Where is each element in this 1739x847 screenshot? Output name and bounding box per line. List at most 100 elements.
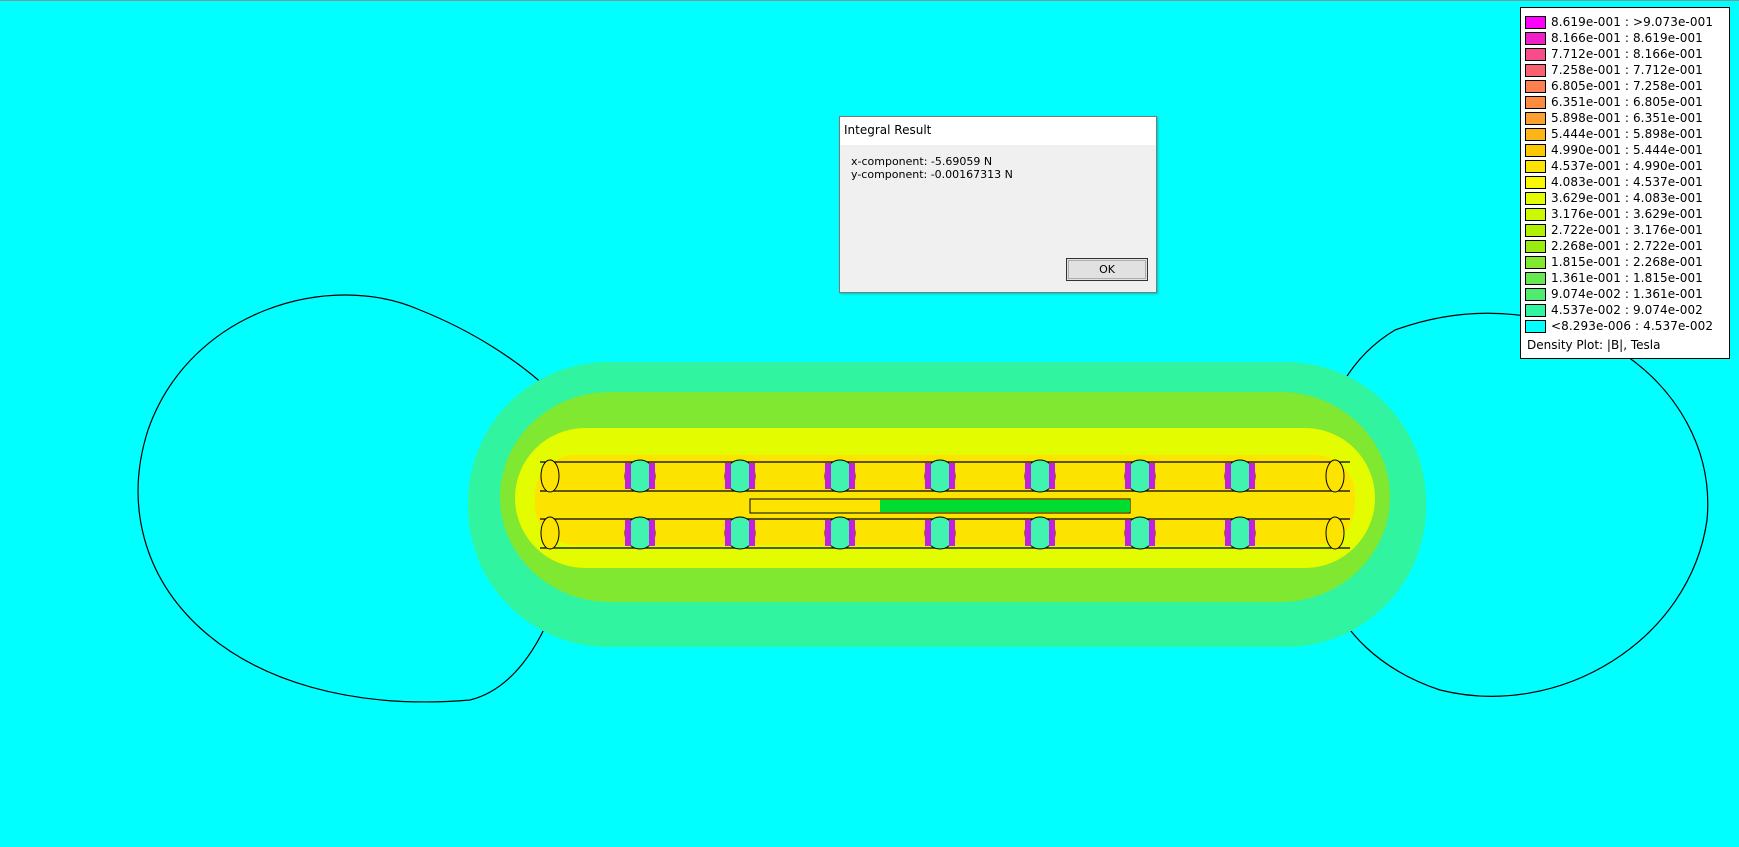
pole-tip bbox=[849, 463, 855, 489]
legend-swatch bbox=[1525, 207, 1546, 221]
legend-item: 7.258e-001 : 7.712e-001 bbox=[1525, 62, 1729, 78]
pole-tip bbox=[1249, 520, 1255, 546]
pole-tip bbox=[625, 520, 631, 546]
legend-item: 1.361e-001 : 1.815e-001 bbox=[1525, 270, 1729, 286]
legend-item: 4.537e-001 : 4.990e-001 bbox=[1525, 158, 1729, 174]
carriage-body bbox=[880, 500, 1130, 512]
legend-item: 5.444e-001 : 5.898e-001 bbox=[1525, 126, 1729, 142]
legend-label: 5.898e-001 : 6.351e-001 bbox=[1551, 111, 1703, 125]
legend-item: 5.898e-001 : 6.351e-001 bbox=[1525, 110, 1729, 126]
pole-tip bbox=[725, 463, 731, 489]
pole-tip bbox=[1149, 463, 1155, 489]
legend-item: 8.619e-001 : >9.073e-001 bbox=[1525, 14, 1729, 30]
legend-swatch bbox=[1525, 31, 1546, 45]
legend-label: 9.074e-002 : 1.361e-001 bbox=[1551, 287, 1703, 301]
legend-item: 7.712e-001 : 8.166e-001 bbox=[1525, 46, 1729, 62]
legend-label: <8.293e-006 : 4.537e-002 bbox=[1551, 319, 1714, 333]
pole-tip bbox=[625, 463, 631, 489]
legend-label: 4.083e-001 : 4.537e-001 bbox=[1551, 175, 1703, 189]
legend-swatch bbox=[1525, 319, 1546, 333]
pole-gap bbox=[1325, 459, 1345, 493]
legend-label: 1.361e-001 : 1.815e-001 bbox=[1551, 271, 1703, 285]
legend-swatch bbox=[1525, 15, 1546, 29]
pole-tip bbox=[825, 463, 831, 489]
legend-item: 6.805e-001 : 7.258e-001 bbox=[1525, 78, 1729, 94]
legend-swatch bbox=[1525, 111, 1546, 125]
legend-swatch bbox=[1525, 303, 1546, 317]
legend-swatch bbox=[1525, 223, 1546, 237]
legend-item: 1.815e-001 : 2.268e-001 bbox=[1525, 254, 1729, 270]
pole-tip bbox=[1049, 520, 1055, 546]
legend-swatch bbox=[1525, 143, 1546, 157]
legend-label: 5.444e-001 : 5.898e-001 bbox=[1551, 127, 1703, 141]
legend-label: 8.619e-001 : >9.073e-001 bbox=[1551, 15, 1714, 29]
legend-item: 2.268e-001 : 2.722e-001 bbox=[1525, 238, 1729, 254]
legend-label: 2.722e-001 : 3.176e-001 bbox=[1551, 223, 1703, 237]
pole-gap bbox=[540, 459, 560, 493]
legend-swatch bbox=[1525, 159, 1546, 173]
dialog-body: x-component: -5.69059 N y-component: -0.… bbox=[840, 145, 1156, 181]
legend-label: 6.351e-001 : 6.805e-001 bbox=[1551, 95, 1703, 109]
legend-item: 8.166e-001 : 8.619e-001 bbox=[1525, 30, 1729, 46]
pole-tip bbox=[649, 520, 655, 546]
legend-item: <8.293e-006 : 4.537e-002 bbox=[1525, 318, 1729, 334]
legend-item: 2.722e-001 : 3.176e-001 bbox=[1525, 222, 1729, 238]
pole-tip bbox=[1225, 520, 1231, 546]
legend-list: 8.619e-001 : >9.073e-001 8.166e-001 : 8.6… bbox=[1525, 14, 1729, 334]
legend-label: 8.166e-001 : 8.619e-001 bbox=[1551, 31, 1703, 45]
legend-label: 6.805e-001 : 7.258e-001 bbox=[1551, 79, 1703, 93]
pole-tip bbox=[1225, 463, 1231, 489]
legend-label: 2.268e-001 : 2.722e-001 bbox=[1551, 239, 1703, 253]
pole-gap bbox=[1325, 516, 1345, 550]
legend-swatch bbox=[1525, 287, 1546, 301]
legend-item: 6.351e-001 : 6.805e-001 bbox=[1525, 94, 1729, 110]
legend-item: 4.537e-002 : 9.074e-002 bbox=[1525, 302, 1729, 318]
integral-result-dialog: Integral Result x-component: -5.69059 N … bbox=[839, 116, 1157, 293]
pole-gap bbox=[540, 516, 560, 550]
legend-panel: 8.619e-001 : >9.073e-001 8.166e-001 : 8.6… bbox=[1520, 7, 1730, 359]
pole-tip bbox=[1049, 463, 1055, 489]
legend-swatch bbox=[1525, 191, 1546, 205]
legend-swatch bbox=[1525, 95, 1546, 109]
legend-label: 4.990e-001 : 5.444e-001 bbox=[1551, 143, 1703, 157]
legend-item: 4.083e-001 : 4.537e-001 bbox=[1525, 174, 1729, 190]
pole-tip bbox=[1125, 463, 1131, 489]
pole-tip bbox=[949, 520, 955, 546]
legend-swatch bbox=[1525, 271, 1546, 285]
legend-item: 3.176e-001 : 3.629e-001 bbox=[1525, 206, 1729, 222]
legend-label: 4.537e-002 : 9.074e-002 bbox=[1551, 303, 1703, 317]
legend-swatch bbox=[1525, 127, 1546, 141]
ok-button[interactable]: OK bbox=[1066, 258, 1148, 281]
pole-tip bbox=[949, 463, 955, 489]
pole-tip bbox=[1025, 463, 1031, 489]
legend-caption: Density Plot: |B|, Tesla bbox=[1527, 338, 1661, 352]
pole-tip bbox=[1025, 520, 1031, 546]
legend-swatch bbox=[1525, 175, 1546, 189]
pole-tip bbox=[725, 520, 731, 546]
legend-label: 3.176e-001 : 3.629e-001 bbox=[1551, 207, 1703, 221]
legend-label: 7.258e-001 : 7.712e-001 bbox=[1551, 63, 1703, 77]
legend-label: 7.712e-001 : 8.166e-001 bbox=[1551, 47, 1703, 61]
pole-tip bbox=[1149, 520, 1155, 546]
legend-label: 3.629e-001 : 4.083e-001 bbox=[1551, 191, 1703, 205]
dialog-title: Integral Result bbox=[840, 117, 1156, 145]
pole-tip bbox=[1249, 463, 1255, 489]
pole-tip bbox=[925, 520, 931, 546]
legend-item: 3.629e-001 : 4.083e-001 bbox=[1525, 190, 1729, 206]
pole-tip bbox=[925, 463, 931, 489]
pole-tip bbox=[849, 520, 855, 546]
legend-label: 1.815e-001 : 2.268e-001 bbox=[1551, 255, 1703, 269]
legend-label: 4.537e-001 : 4.990e-001 bbox=[1551, 159, 1703, 173]
pole-tip bbox=[749, 463, 755, 489]
legend-swatch bbox=[1525, 239, 1546, 253]
y-component-text: y-component: -0.00167313 N bbox=[851, 168, 1013, 181]
pole-tip bbox=[749, 520, 755, 546]
pole-tip bbox=[1125, 520, 1131, 546]
legend-swatch bbox=[1525, 63, 1546, 77]
legend-swatch bbox=[1525, 255, 1546, 269]
legend-item: 9.074e-002 : 1.361e-001 bbox=[1525, 286, 1729, 302]
legend-swatch bbox=[1525, 79, 1546, 93]
x-component-text: x-component: -5.69059 N bbox=[851, 155, 993, 168]
legend-swatch bbox=[1525, 47, 1546, 61]
legend-item: 4.990e-001 : 5.444e-001 bbox=[1525, 142, 1729, 158]
